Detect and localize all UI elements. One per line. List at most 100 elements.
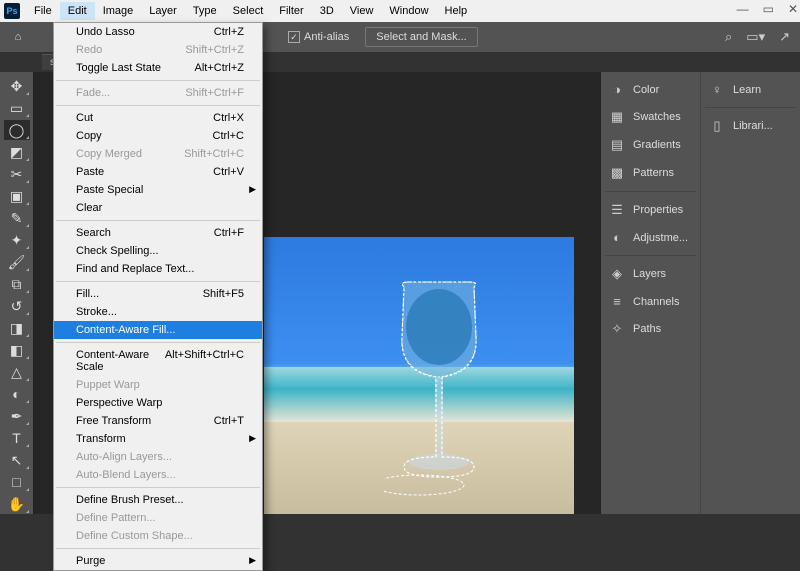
menu-type[interactable]: Type	[185, 2, 225, 20]
panel-label: Channels	[633, 296, 679, 308]
tool-shape[interactable]: □	[4, 472, 30, 492]
menu-item-auto-align-layers: Auto-Align Layers...	[54, 448, 262, 466]
panel-label: Layers	[633, 268, 666, 280]
menu-image[interactable]: Image	[95, 2, 142, 20]
menu-view[interactable]: View	[342, 2, 382, 20]
tool-gradient[interactable]: ◧	[4, 340, 30, 360]
tool-pen[interactable]: ✒	[4, 406, 30, 426]
panel-adjustme[interactable]: ◐ Adjustme...	[605, 224, 696, 251]
panel-patterns[interactable]: ▩Patterns	[605, 159, 696, 187]
window-controls: — ▭ ✕	[737, 2, 798, 16]
search-icon[interactable]: ⌕	[725, 29, 732, 45]
panel-learn[interactable]: ♀Learn	[705, 76, 796, 103]
menu-item-find-and-replace-text[interactable]: Find and Replace Text...	[54, 260, 262, 278]
tool-hand[interactable]: ✋	[4, 494, 30, 514]
menu-item-content-aware-fill[interactable]: Content-Aware Fill...	[54, 321, 262, 339]
menu-item-search[interactable]: SearchCtrl+F	[54, 224, 262, 242]
menu-item-content-aware-scale[interactable]: Content-Aware ScaleAlt+Shift+Ctrl+C	[54, 346, 262, 376]
tool-dodge[interactable]: ◐	[4, 384, 30, 404]
panel-icon: ☰	[609, 202, 625, 218]
menu-edit[interactable]: Edit	[60, 2, 95, 20]
menu-item-perspective-warp[interactable]: Perspective Warp	[54, 394, 262, 412]
panel-icon: ◈	[609, 266, 625, 282]
tool-brush[interactable]: 🖌	[4, 252, 30, 272]
menu-filter[interactable]: Filter	[271, 2, 311, 20]
select-and-mask-button[interactable]: Select and Mask...	[365, 27, 478, 47]
tool-crop[interactable]: ✂	[4, 164, 30, 184]
share-icon[interactable]: ↗	[779, 29, 790, 45]
menu-item-puppet-warp: Puppet Warp	[54, 376, 262, 394]
tool-eyedropper[interactable]: ✎	[4, 208, 30, 228]
menu-item-define-brush-preset[interactable]: Define Brush Preset...	[54, 491, 262, 509]
menu-item-stroke[interactable]: Stroke...	[54, 303, 262, 321]
menu-item-clear[interactable]: Clear	[54, 199, 262, 217]
workspace-switcher[interactable]: ▭▾	[746, 29, 765, 45]
menu-layer[interactable]: Layer	[141, 2, 185, 20]
menu-item-free-transform[interactable]: Free TransformCtrl+T	[54, 412, 262, 430]
menu-window[interactable]: Window	[381, 2, 436, 20]
right-panels: ◑ Color ▦ Swatches ▤Gradients▩Patterns ☰ Prope…	[600, 72, 800, 514]
panel-icon: ◑	[609, 82, 625, 97]
panel-icon: ≡	[609, 294, 625, 309]
tool-move[interactable]: ✥	[4, 76, 30, 96]
menu-item-toggle-last-state[interactable]: Toggle Last StateAlt+Ctrl+Z	[54, 59, 262, 77]
menu-item-copy-merged: Copy MergedShift+Ctrl+C	[54, 145, 262, 163]
tool-marquee[interactable]: ▭	[4, 98, 30, 118]
menu-item-undo-lasso[interactable]: Undo LassoCtrl+Z	[54, 23, 262, 41]
tool-lasso[interactable]: ◯	[4, 120, 30, 140]
canvas-image	[264, 237, 574, 514]
panel-label: Patterns	[633, 167, 674, 179]
panel-icon: ◐	[609, 230, 625, 245]
menu-select[interactable]: Select	[225, 2, 272, 20]
tool-eraser[interactable]: ◨	[4, 318, 30, 338]
panel-label: Swatches	[633, 111, 681, 123]
panel-label: Properties	[633, 204, 683, 216]
tool-object-select[interactable]: ◩	[4, 142, 30, 162]
panel-label: Paths	[633, 323, 661, 335]
menu-item-check-spelling[interactable]: Check Spelling...	[54, 242, 262, 260]
panel-label: Color	[633, 84, 659, 96]
menu-item-purge[interactable]: Purge▶	[54, 552, 262, 570]
menu-item-transform[interactable]: Transform▶	[54, 430, 262, 448]
menu-item-cut[interactable]: CutCtrl+X	[54, 109, 262, 127]
tool-path[interactable]: ↖	[4, 450, 30, 470]
menu-item-fill[interactable]: Fill...Shift+F5	[54, 285, 262, 303]
antialias-checkbox[interactable]: ✓	[288, 31, 300, 43]
panel-paths[interactable]: ✧Paths	[605, 315, 696, 343]
close-button[interactable]: ✕	[788, 2, 798, 16]
menu-item-auto-blend-layers: Auto-Blend Layers...	[54, 466, 262, 484]
tool-clone[interactable]: ⧉	[4, 274, 30, 294]
panel-properties[interactable]: ☰ Properties	[605, 196, 696, 224]
panel-label: Adjustme...	[633, 232, 688, 244]
tools-panel: ✥▭◯◩✂▣✎✦🖌⧉↺◨◧△◐✒T↖□✋	[0, 72, 34, 514]
panel-swatches[interactable]: ▦ Swatches	[605, 103, 696, 131]
wine-glass-selection	[384, 277, 494, 497]
menu-item-copy[interactable]: CopyCtrl+C	[54, 127, 262, 145]
edit-menu-dropdown: Undo LassoCtrl+ZRedoShift+Ctrl+ZToggle L…	[53, 22, 263, 571]
panel-layers[interactable]: ◈ Layers	[605, 260, 696, 288]
home-icon[interactable]: ⌂	[8, 27, 28, 47]
menu-item-redo: RedoShift+Ctrl+Z	[54, 41, 262, 59]
maximize-button[interactable]: ▭	[763, 2, 774, 16]
app-icon: Ps	[4, 3, 20, 19]
panel-color[interactable]: ◑ Color	[605, 76, 696, 103]
panel-gradients[interactable]: ▤Gradients	[605, 131, 696, 159]
tool-type[interactable]: T	[4, 428, 30, 448]
panel-channels[interactable]: ≡ Channels	[605, 288, 696, 315]
menu-item-define-pattern: Define Pattern...	[54, 509, 262, 527]
tool-history[interactable]: ↺	[4, 296, 30, 316]
tool-frame[interactable]: ▣	[4, 186, 30, 206]
tool-blur[interactable]: △	[4, 362, 30, 382]
panel-icon: ▦	[609, 109, 625, 125]
menu-file[interactable]: File	[26, 2, 60, 20]
panel-label: Learn	[733, 84, 761, 96]
menu-item-paste-special[interactable]: Paste Special▶	[54, 181, 262, 199]
panel-label: Librari...	[733, 120, 773, 132]
minimize-button[interactable]: —	[737, 2, 749, 16]
panel-librari[interactable]: ▯ Librari...	[705, 112, 796, 140]
menu-item-paste[interactable]: PasteCtrl+V	[54, 163, 262, 181]
panel-icon: ▯	[709, 118, 725, 134]
menu-help[interactable]: Help	[437, 2, 476, 20]
menu-3d[interactable]: 3D	[312, 2, 342, 20]
tool-spot-heal[interactable]: ✦	[4, 230, 30, 250]
